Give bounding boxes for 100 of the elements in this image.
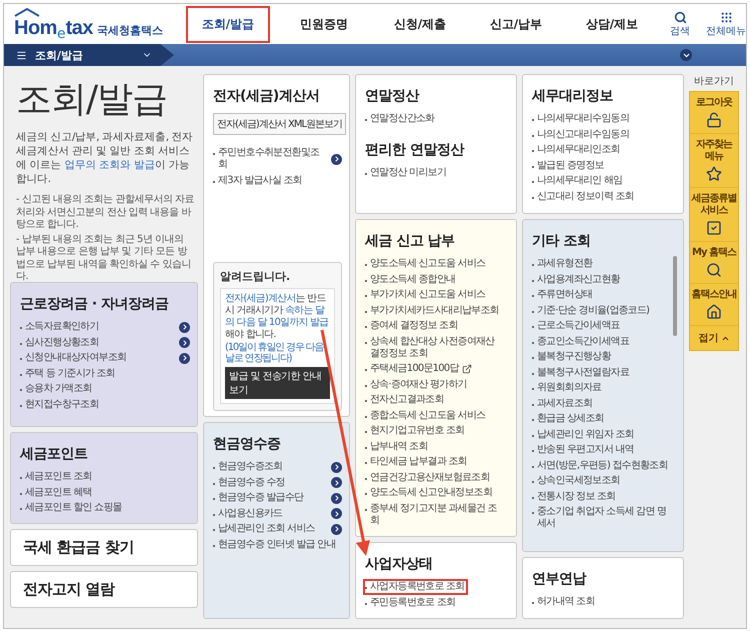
card-title: 전자(세금)계산서 [213,87,320,105]
menu-link[interactable]: 종합소득세 신고도움 서비스 [363,408,490,424]
all-menu-button[interactable]: 전체메뉴 [706,10,746,38]
menu-link[interactable]: 허가내역 조회 [530,594,599,610]
menu-link[interactable]: 현금영수증 인터넷 발급 안내 [211,536,340,552]
menu-link[interactable]: 연말정산간소화 [363,111,438,127]
menu-link[interactable]: 주류면허상태 [530,287,596,303]
menu-link[interactable]: 세금포인트 할인 쇼핑몰 [18,500,126,516]
menu-link[interactable]: 나의신고대리수임동의 [530,126,634,142]
menu-link[interactable]: 불복청구진행상황 [530,349,615,365]
menu-link[interactable]: 나의세무대리인조회 [530,142,624,158]
quick-menu-item[interactable]: 로그아웃 [690,92,738,134]
menu-link[interactable]: 현금영수증조회 [211,459,286,475]
go-button[interactable] [331,154,342,164]
menu-link[interactable]: 납세관리인 위임자 조회 [530,426,638,442]
menu-link[interactable]: 근로소득간이세액표 [530,318,624,334]
menu-link[interactable]: 중소기업 취업자 소득세 감면 명세서 [530,504,676,532]
menu-link[interactable]: 증여세 결정정보 조회 [363,318,462,334]
menu-link[interactable]: 양도소득세 종합안내 [363,272,460,288]
menu-link[interactable]: 부가가치세카드사대리납부조회 [363,302,503,318]
menu-link[interactable]: 나의세무대리인 해임 [530,173,626,189]
banner-link[interactable]: 국세 환급금 찾기 [23,538,134,557]
roof-icon [14,8,40,17]
menu-link[interactable]: 사업자등록번호로 조회 [363,579,468,595]
menu-link[interactable]: 과세자료조회 [530,396,596,412]
menu-link[interactable]: 과세유형전환 [530,256,596,272]
menu-link[interactable]: 나의세무대리수임동의 [530,111,634,127]
nav-tab[interactable]: 민원증명 [282,6,366,42]
go-button[interactable] [331,477,342,488]
xml-view-button[interactable]: 전자(세금)계산서 XML원본보기 [213,113,346,135]
menu-link[interactable]: 반송된 우편고지서 내역 [530,442,638,458]
menu-link[interactable]: 상속인국세정보조회 [530,473,624,489]
menu-link[interactable]: 소득자료확인하기 [18,319,103,335]
card-title: 사업자상태 [365,555,434,573]
go-button[interactable] [331,524,342,534]
menu-link[interactable]: 신청안내대상자여부조회 [18,350,130,366]
menu-link[interactable]: 현금영수증 발급수단 [211,490,308,506]
go-button[interactable] [331,462,342,472]
quick-menu-item[interactable]: 홈택스안내 [690,284,738,326]
menu-link[interactable]: 현지접수창구조회 [18,396,103,412]
menu-link[interactable]: 제3자 발급사실 조회 [211,172,306,188]
menu-link[interactable]: 타인세금 납부결과 조회 [363,454,471,470]
menu-link[interactable]: 불복청구사전열람자료 [530,364,634,380]
banner-link[interactable]: 전자고지 열람 [23,580,115,599]
notice-title: 알려드립니다. [220,269,292,284]
menu-link[interactable]: 승용차 가액조회 [18,381,96,397]
card-title: 근로장려금 · 자녀장려금 [20,295,170,313]
nav-tab[interactable]: 상담/제보 [570,6,654,42]
menu-link[interactable]: 주민등록번호로 조회 [363,594,460,610]
menu-link[interactable]: 상속세 합산대상 사전증여재산 결정정보 조회 [363,334,509,362]
menu-link[interactable]: 납세관리인 조회 서비스 [211,521,319,537]
menu-link[interactable]: 주택세금100문100답 [363,361,476,377]
menu-link[interactable]: 서면(방문,우편등) 접수현황조회 [530,458,672,474]
menu-link[interactable]: 심사진행상황조회 [18,334,103,350]
menu-link[interactable]: 연금건강고용산재보험료조회 [363,470,494,486]
page-title: 조회/발급 [16,78,168,122]
menu-link[interactable]: 양도소득세 신고안내정보조회 [363,485,496,501]
go-button[interactable] [179,322,190,332]
deadline-guide-button[interactable]: 발급 및 전송기한 안내보기 [225,367,330,399]
intro-note: - 신고된 내용의 조회는 관할세무서의 자료처리와 서면신고분의 전산 입력 내용을 바탕으로 합니다. [16,194,194,232]
collapse-button[interactable]: 접기 [690,326,738,350]
breadcrumb-menu[interactable]: 조회/발급 [4,44,174,66]
go-button[interactable] [179,352,190,364]
menu-link[interactable]: 부가가치세 신고도움 서비스 [363,287,490,303]
menu-link[interactable]: 사업용계좌신고현황 [530,272,624,288]
menu-link[interactable]: 전자신고결과조회 [363,392,448,408]
menu-icon [16,50,27,60]
menu-link[interactable]: 환급금 상세조회 [530,411,608,427]
menu-link[interactable]: 신고대리 정보이력 조회 [530,188,638,204]
search-button[interactable]: 검색 [670,10,690,38]
menu-link[interactable]: 위원회회의자료 [530,380,606,396]
nav-tab[interactable]: 조회/발급 [186,6,270,42]
quick-menu-item[interactable]: 자주찾는 메뉴 [690,134,738,188]
menu-link[interactable]: 종부세 정기고지분 과세물건 조회 [363,500,509,528]
menu-link[interactable]: 세금포인트 조회 [18,469,96,485]
scrollbar[interactable] [673,256,677,336]
menu-link[interactable]: 기준·단순 경비율(업종코드) [530,302,654,318]
menu-link[interactable]: 종교인소득간이세액표 [530,334,634,350]
go-button[interactable] [179,337,190,348]
menu-link[interactable]: 발급된 증명정보 [530,158,608,174]
nav-tab[interactable]: 신고/납부 [474,6,558,42]
quick-menu-item[interactable]: My 홈택스 [690,242,738,284]
menu-link[interactable]: 납부내역 조회 [363,438,432,454]
nav-tab[interactable]: 신청/제출 [378,6,462,42]
search-icon [706,262,722,278]
quick-menu-item[interactable]: 세금종류별 서비스 [690,188,738,242]
menu-link[interactable]: 사업용신용카드 [211,506,286,522]
quick-menu-title: 바로가기 [693,75,735,88]
menu-link[interactable]: 현금영수증 수정 [211,474,289,490]
menu-link[interactable]: 연말정산 미리보기 [363,164,450,180]
menu-link[interactable]: 주민번호수취분전환및조회 [211,145,331,173]
menu-link[interactable]: 주택 등 기준시가 조회 [18,366,119,382]
menu-link[interactable]: 세금포인트 혜택 [18,484,96,500]
go-button[interactable] [331,508,342,519]
menu-link[interactable]: 상속·증여재산 평가하기 [363,376,471,392]
menu-link[interactable]: 전통시장 정보 조회 [530,488,620,504]
expand-button[interactable] [680,49,692,61]
menu-link[interactable]: 현지기업고유번호 조회 [363,423,468,439]
menu-link[interactable]: 양도소득세 신고도움 서비스 [363,256,490,272]
go-button[interactable] [331,492,342,504]
